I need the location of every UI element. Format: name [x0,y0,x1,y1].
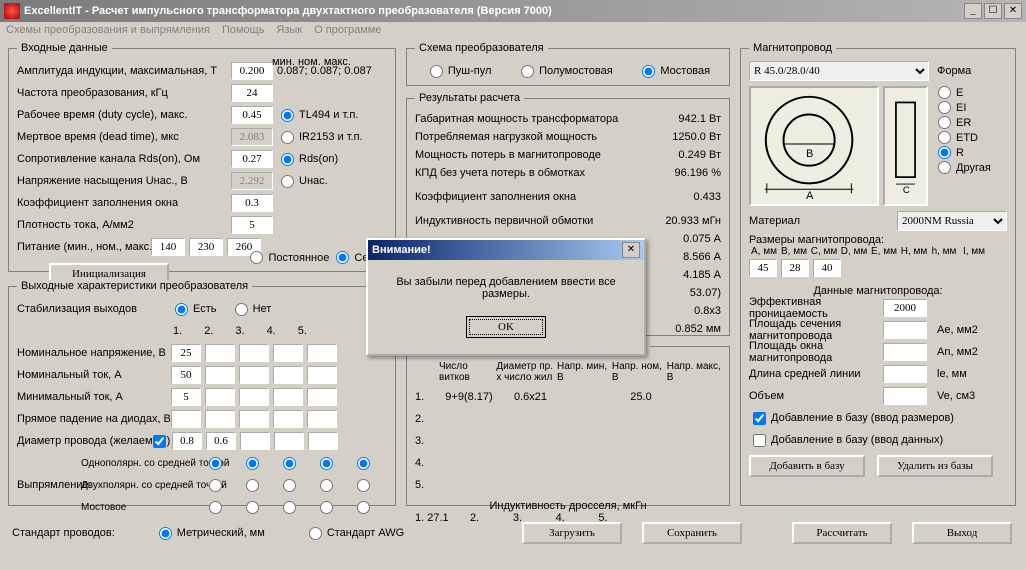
push-radio[interactable]: Пуш-пул [426,65,492,78]
calc-button[interactable]: Рассчитать [792,522,892,544]
exit-button[interactable]: Выход [912,522,1012,544]
svg-text:C: C [903,185,910,196]
modal-dialog: Внимание! ✕ Вы забыли перед добавлением … [366,238,646,356]
material-select[interactable]: 2000NM Russia [897,211,1007,231]
modal-close-icon[interactable]: ✕ [622,242,640,258]
menu-item[interactable]: Схемы преобразования и выпрямления [6,24,210,40]
wire-1[interactable] [172,432,202,450]
scheme-group: Схема преобразователя Пуш-пул Полумостов… [406,42,730,86]
add-data-check[interactable]: Добавление в базу (ввод данных) [749,434,943,447]
imin-1[interactable] [171,388,201,406]
wire-check[interactable] [153,435,166,448]
min-button[interactable]: _ [964,3,982,19]
stab-yes[interactable]: Есть [171,303,216,316]
core-diagram-side: C [883,86,928,206]
vn-1[interactable] [171,344,201,362]
usat-input [231,172,273,190]
usat-radio[interactable]: Uнас. [277,175,328,188]
menubar: Схемы преобразования и выпрямления Помощ… [0,22,1026,42]
std-metric-radio[interactable]: Метрический, мм [155,527,265,540]
dimB[interactable] [781,259,809,277]
close-button[interactable]: ✕ [1004,3,1022,19]
out2-group: Выходные характеристики преобразователя … [406,340,730,506]
tl494-radio[interactable]: TL494 и т.п. [277,109,358,122]
std-awg-radio[interactable]: Стандарт AWG [305,527,404,540]
ampl-input[interactable] [231,62,273,80]
modal-title: Внимание! [372,244,431,256]
svg-text:B: B [806,148,813,160]
dimA[interactable] [749,259,777,277]
app-icon [4,3,20,19]
titlebar: ExcellentIT - Расчет импульсного трансфо… [0,0,1026,22]
del-db-button[interactable]: Удалить из базы [877,455,993,477]
output-group-title: Выходные характеристики преобразователя [17,280,252,292]
wire-2[interactable] [206,432,236,450]
dead-input [231,128,273,146]
kzo-input[interactable] [231,194,273,212]
add-db-button[interactable]: Добавить в базу [749,455,865,477]
svg-text:A: A [806,190,814,200]
const-radio[interactable]: Постоянное [246,251,329,264]
stab-no[interactable]: Нет [231,303,272,316]
input-group: Входные данные мин. ном. макс. Амплитуда… [8,42,396,272]
add-dims-check[interactable]: Добавление в базу (ввод размеров) [749,412,954,425]
dimC[interactable] [813,259,841,277]
menu-item[interactable]: Помощь [222,24,265,40]
duty-input[interactable] [231,106,273,124]
load-button[interactable]: Загрузить [522,522,622,544]
freq-input[interactable] [231,84,273,102]
core-diagram-front: B A [749,86,879,206]
supply-min[interactable] [151,238,185,256]
modal-ok-button[interactable]: OK [466,316,546,338]
supply-nom[interactable] [189,238,223,256]
half-radio[interactable]: Полумостовая [517,65,613,78]
max-button[interactable]: ☐ [984,3,1002,19]
rds-input[interactable] [231,150,273,168]
menu-item[interactable]: Язык [276,24,302,40]
core-group: Магнитопровод R 45.0/28.0/40 Форма B A [740,42,1016,506]
ir2153-radio[interactable]: IR2153 и т.п. [277,131,363,144]
output-group: Выходные характеристики преобразователя … [8,280,396,506]
input-group-title: Входные данные [17,42,112,54]
jden-input[interactable] [231,216,273,234]
core-select[interactable]: R 45.0/28.0/40 [749,61,929,81]
in-1[interactable] [171,366,201,384]
eff-input[interactable] [883,299,927,317]
full-radio[interactable]: Мостовая [638,65,710,78]
menu-item[interactable]: О программе [314,24,381,40]
rds-radio[interactable]: Rds(on) [277,153,338,166]
window-title: ExcellentIT - Расчет импульсного трансфо… [24,5,552,17]
save-button[interactable]: Сохранить [642,522,742,544]
modal-text: Вы забыли перед добавлением ввести все р… [380,276,632,300]
